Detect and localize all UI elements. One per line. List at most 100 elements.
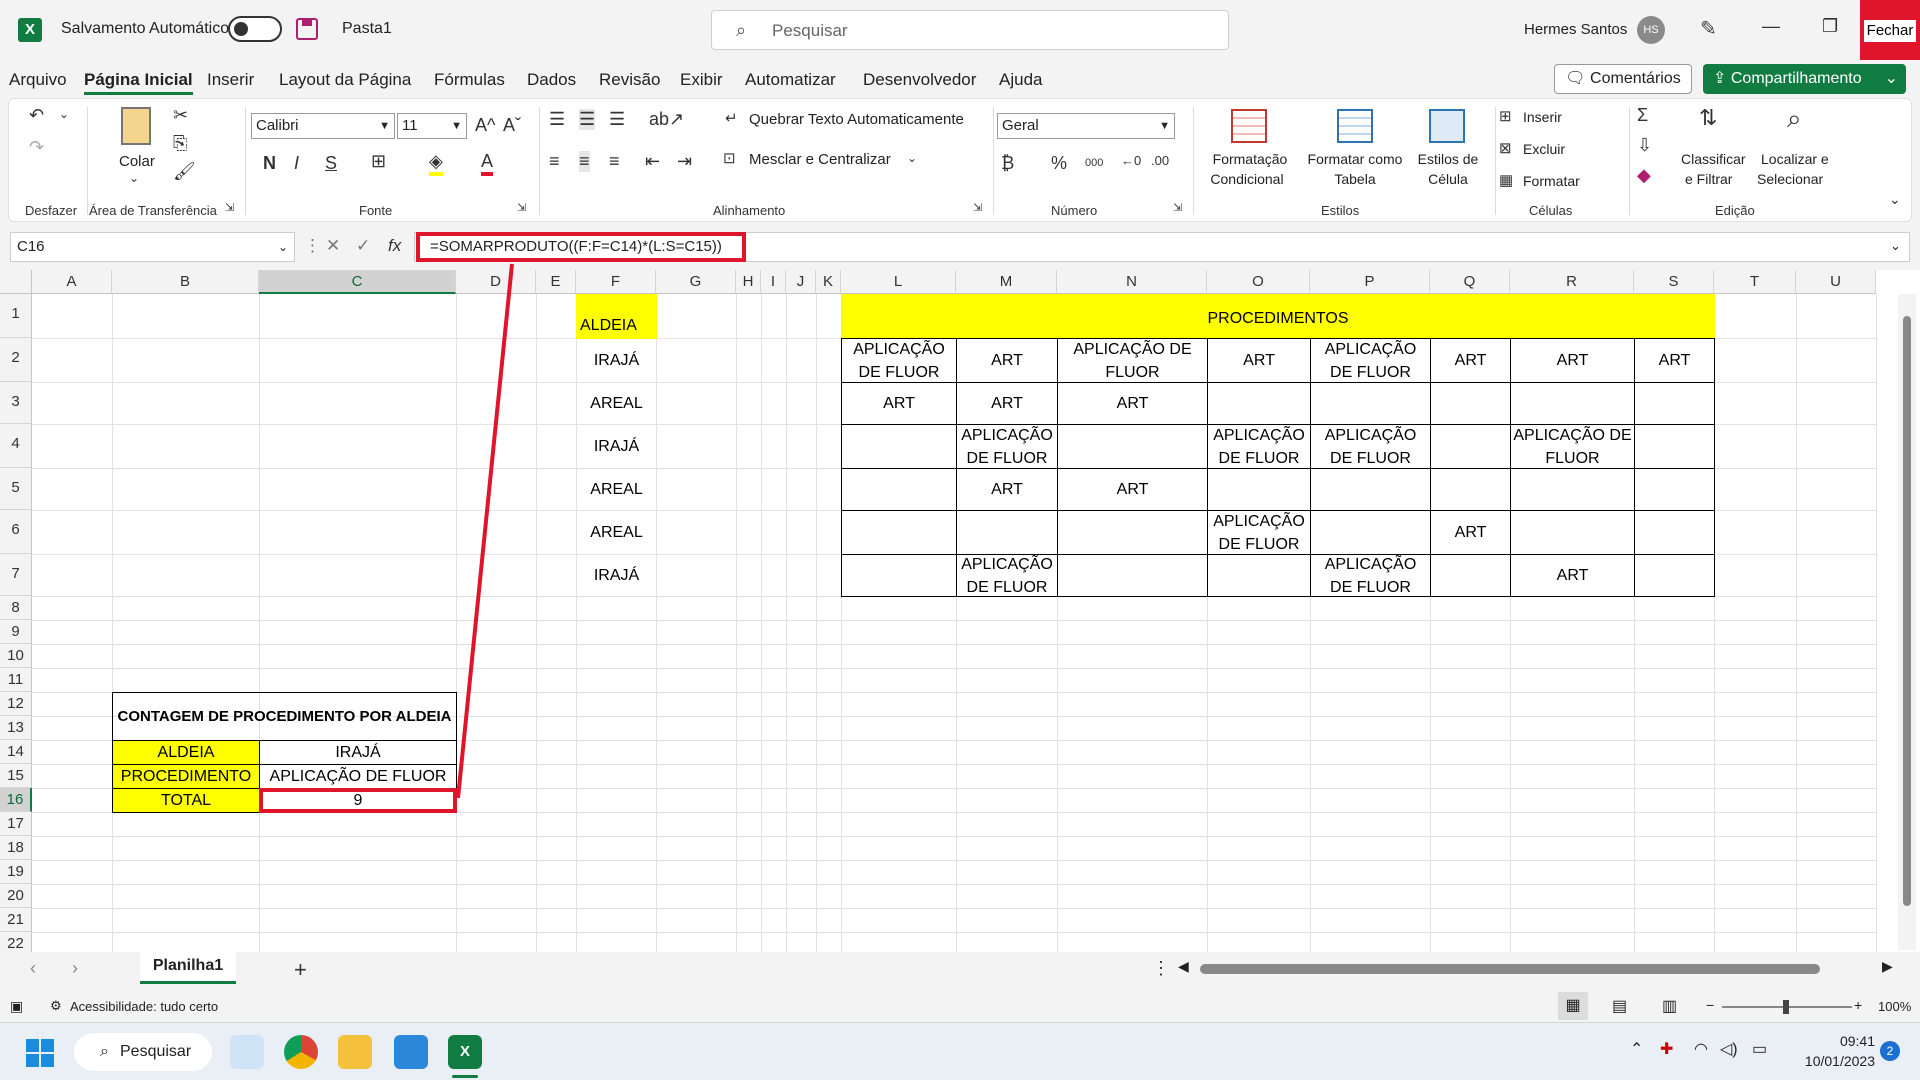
cell-procedimento[interactable] [1430, 554, 1511, 597]
horizontal-scrollbar[interactable]: ◀ ▶ [1178, 958, 1898, 976]
menu-dados[interactable]: Dados [527, 70, 576, 90]
excel-taskbar-icon[interactable]: X [448, 1035, 482, 1069]
format-table-label-1[interactable]: Formatar como [1299, 151, 1411, 167]
row-header-6[interactable]: 6 [0, 510, 32, 554]
increase-indent-icon[interactable]: ⇥ [677, 151, 692, 172]
summary-total-value[interactable]: 9 [259, 788, 457, 813]
align-center-icon[interactable]: ≡ [579, 151, 590, 172]
borders-icon[interactable]: ⊞ [371, 151, 386, 172]
menu-desenvolvedor[interactable]: Desenvolvedor [863, 70, 976, 90]
notepad-icon[interactable] [394, 1035, 428, 1069]
tray-app-icon[interactable]: ✚ [1660, 1039, 1673, 1059]
row-header-4[interactable]: 4 [0, 424, 32, 468]
cell-procedimentos-header[interactable]: PROCEDIMENTOS [841, 294, 1715, 339]
cell-procedimento[interactable] [841, 468, 957, 511]
number-format-select[interactable]: Geral ▼ [997, 113, 1175, 139]
page-layout-view-icon[interactable]: ▤ [1612, 996, 1627, 1016]
increase-decimal-icon[interactable]: ←0 [1121, 153, 1141, 168]
cell-procedimento[interactable] [841, 510, 957, 555]
percent-icon[interactable]: % [1051, 153, 1067, 174]
row-header-5[interactable]: 5 [0, 468, 32, 510]
summary-total-label[interactable]: TOTAL [112, 788, 260, 813]
user-name[interactable]: Hermes Santos [1524, 21, 1627, 38]
row-header-10[interactable]: 10 [0, 644, 32, 668]
scrollbar-thumb[interactable] [1903, 316, 1911, 906]
menu-inserir[interactable]: Inserir [207, 70, 254, 90]
increase-font-icon[interactable]: A^ [475, 115, 495, 136]
row-header-17[interactable]: 17 [0, 812, 32, 836]
row-header-2[interactable]: 2 [0, 338, 32, 382]
more-options-icon[interactable]: ⋮ [304, 236, 321, 256]
dialog-launcher-icon[interactable]: ⇲ [973, 201, 982, 214]
column-header-p[interactable]: P [1310, 270, 1430, 294]
format-table-label-2[interactable]: Tabela [1299, 171, 1411, 187]
cell-procedimento[interactable] [956, 510, 1058, 555]
cell-aldeia-value[interactable]: IRAJÁ [576, 424, 657, 469]
expand-formula-icon[interactable]: ⌄ [1890, 238, 1901, 254]
align-right-icon[interactable]: ≡ [609, 151, 620, 172]
cell-procedimento[interactable]: ART [1430, 510, 1511, 555]
menu-pagina-inicial[interactable]: Página Inicial [84, 70, 193, 95]
summary-title[interactable]: CONTAGEM DE PROCEDIMENTO POR ALDEIA [112, 692, 457, 741]
row-header-12[interactable]: 12 [0, 692, 32, 716]
column-header-m[interactable]: M [956, 270, 1057, 294]
cell-procedimento[interactable]: ART [1057, 468, 1208, 511]
align-bottom-icon[interactable]: ☰ [609, 109, 625, 130]
column-header-l[interactable]: L [841, 270, 956, 294]
sort-filter-icon[interactable]: ⇅ [1699, 105, 1717, 131]
conditional-format-label-2[interactable]: Condicional [1197, 171, 1297, 187]
zoom-slider-handle[interactable] [1783, 1000, 1789, 1014]
chevron-down-icon[interactable]: ⌄ [278, 233, 288, 261]
row-header-14[interactable]: 14 [0, 740, 32, 764]
snipping-tool-icon[interactable] [230, 1035, 264, 1069]
cell-procedimento[interactable]: ART [956, 382, 1058, 425]
cell-procedimento[interactable] [1310, 510, 1431, 555]
menu-automatizar[interactable]: Automatizar [745, 70, 836, 90]
row-header-11[interactable]: 11 [0, 668, 32, 692]
align-left-icon[interactable]: ≡ [549, 151, 560, 172]
redo-icon[interactable]: ↷ [29, 137, 44, 158]
undo-icon[interactable]: ↶ [29, 105, 44, 126]
paste-label[interactable]: Colar [119, 153, 155, 170]
font-name-select[interactable]: Calibri ▼ [251, 113, 395, 139]
merge-center-button[interactable]: Mesclar e Centralizar [749, 151, 891, 168]
cell-procedimento[interactable] [1430, 468, 1511, 511]
align-top-icon[interactable]: ☰ [549, 109, 565, 130]
bold-icon[interactable]: N [263, 153, 276, 174]
cell-procedimento[interactable] [1310, 468, 1431, 511]
autosave-toggle[interactable] [228, 16, 282, 42]
row-header-7[interactable]: 7 [0, 554, 32, 596]
cell-procedimento[interactable] [1207, 382, 1311, 425]
row-header-18[interactable]: 18 [0, 836, 32, 860]
cell-procedimento[interactable] [1510, 382, 1635, 425]
cut-icon[interactable]: ✂ [173, 105, 188, 126]
row-header-16[interactable]: 16 [0, 788, 32, 812]
vertical-scrollbar[interactable] [1898, 294, 1916, 950]
cancel-icon[interactable]: ✕ [326, 236, 340, 256]
cell-procedimento[interactable] [1634, 468, 1715, 511]
column-header-e[interactable]: E [536, 270, 576, 294]
format-cells-button[interactable]: Formatar [1523, 173, 1580, 189]
column-header-d[interactable]: D [456, 270, 536, 294]
more-options-icon[interactable]: ⋮ [1152, 958, 1170, 979]
column-header-s[interactable]: S [1634, 270, 1714, 294]
collapse-ribbon-icon[interactable]: ⌄ [1889, 191, 1901, 208]
zoom-level[interactable]: 100% [1878, 999, 1911, 1014]
cell-aldeia-header[interactable]: ALDEIA [576, 294, 657, 339]
column-header-h[interactable]: H [736, 270, 761, 294]
scroll-right-icon[interactable]: ▶ [1882, 958, 1893, 975]
save-icon[interactable] [296, 18, 318, 40]
add-sheet-button[interactable]: + [294, 957, 307, 983]
macro-icon[interactable]: ▣ [10, 998, 23, 1015]
row-header-1[interactable]: 1 [0, 294, 32, 338]
row-header-3[interactable]: 3 [0, 382, 32, 424]
conditional-format-icon[interactable] [1231, 109, 1267, 143]
cell-procedimento[interactable]: APLICAÇÃO DE FLUOR [956, 424, 1058, 469]
cell-styles-label-1[interactable]: Estilos de [1409, 151, 1487, 167]
format-cells-icon[interactable]: ▦ [1499, 171, 1513, 189]
undo-dropdown-icon[interactable]: ⌄ [59, 107, 69, 121]
menu-arquivo[interactable]: Arquivo [9, 70, 67, 90]
cell-procedimento[interactable] [841, 554, 957, 597]
cell-procedimento[interactable] [841, 424, 957, 469]
cell-aldeia-value[interactable]: AREAL [576, 382, 657, 425]
